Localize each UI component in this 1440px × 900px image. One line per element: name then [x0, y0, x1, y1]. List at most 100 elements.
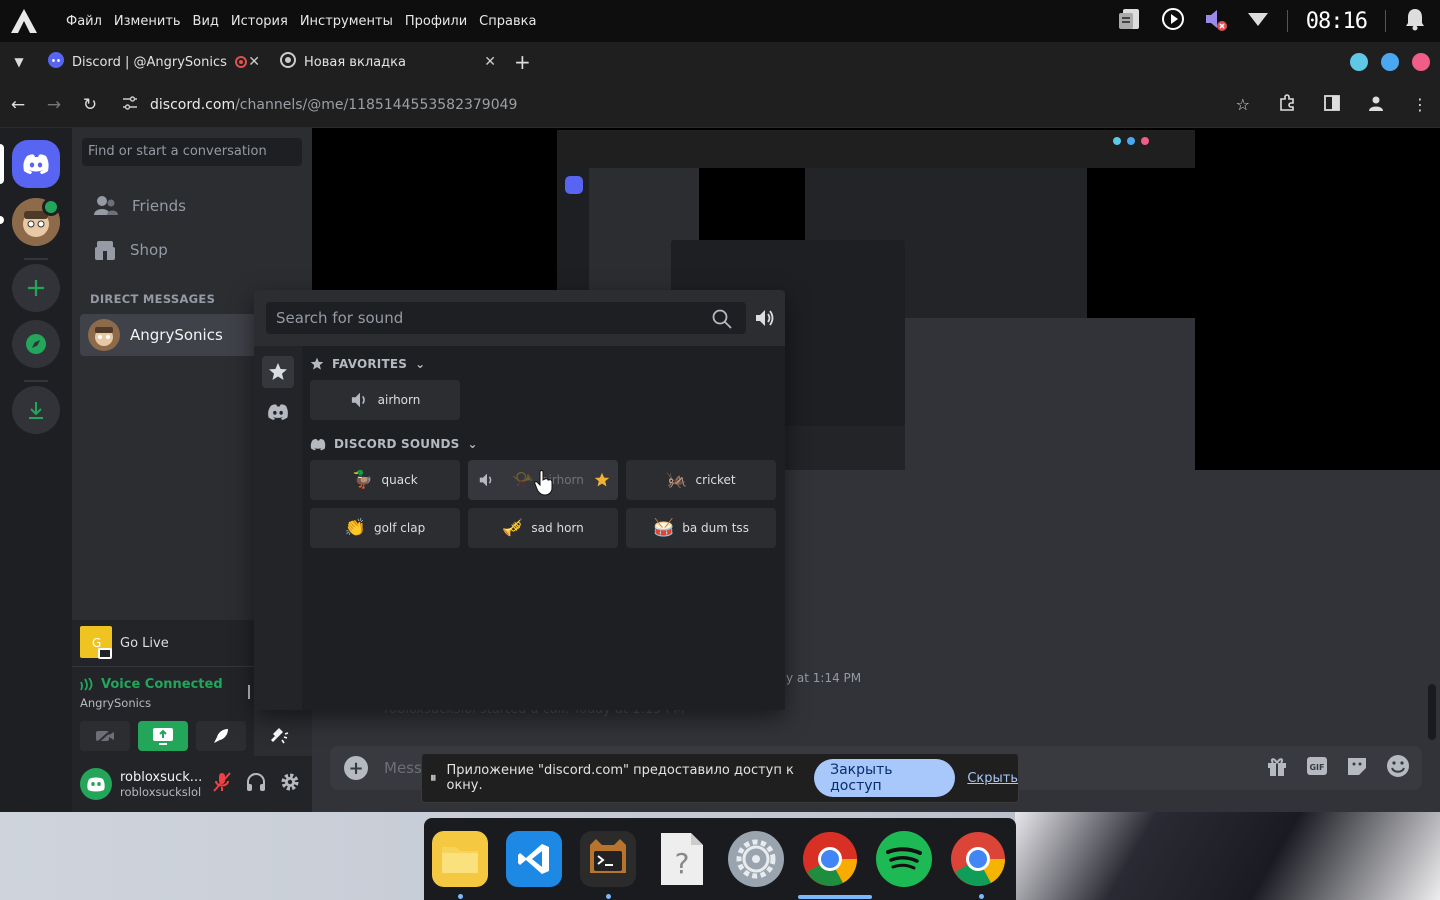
emoji-icon[interactable]: [1386, 754, 1410, 782]
site-settings-icon[interactable]: [122, 95, 138, 114]
message-input[interactable]: Mess: [384, 759, 422, 777]
tab-search-chevron-icon[interactable]: ▼: [0, 55, 38, 69]
favorites-section-header[interactable]: FAVORITES ⌄: [310, 357, 425, 371]
add-server-button[interactable]: [12, 264, 60, 312]
back-arrow-icon[interactable]: ←: [0, 95, 36, 115]
cricket-icon: 🦗: [666, 470, 688, 490]
menu-file[interactable]: Файл: [60, 14, 108, 29]
screen-share-button[interactable]: [138, 721, 188, 751]
files-app-icon[interactable]: [432, 831, 488, 899]
soundboard-button[interactable]: [254, 721, 304, 751]
camera-off-button[interactable]: [80, 721, 130, 751]
menu-edit[interactable]: Изменить: [108, 14, 187, 29]
wifi-icon[interactable]: [1247, 11, 1269, 31]
unknown-file-app-icon[interactable]: ?: [654, 831, 710, 887]
kebab-menu-icon[interactable]: ⋮: [1412, 95, 1428, 114]
user-names[interactable]: robloxsuck... robloxsuckslol: [120, 770, 202, 799]
clock[interactable]: 08:16: [1306, 9, 1368, 34]
mic-muted-icon[interactable]: [212, 771, 232, 797]
settings-app-icon[interactable]: [728, 831, 784, 887]
download-apps-button[interactable]: [12, 386, 60, 434]
system-menubar: Файл Изменить Вид История Инструменты Пр…: [0, 0, 1440, 42]
sound-button-airhorn[interactable]: 📯 airhorn: [468, 460, 618, 500]
sound-button-sad-horn[interactable]: 🎺 sad horn: [468, 508, 618, 548]
menu-view[interactable]: Вид: [187, 14, 225, 29]
stop-sharing-button[interactable]: Закрыть доступ: [814, 759, 956, 797]
sound-search-placeholder: Search for sound: [276, 309, 404, 327]
favorites-category-button[interactable]: [262, 356, 294, 388]
sound-button-golf-clap[interactable]: 👏 golf clap: [310, 508, 460, 548]
tab-discord[interactable]: Discord | @AngrySonics ✕: [38, 42, 270, 82]
go-live-panel[interactable]: G Go Live: [72, 620, 254, 666]
browser-tab-strip: ▼ Discord | @AngrySonics ✕ Новая вкладка…: [0, 42, 1440, 82]
sound-list: FAVORITES ⌄ airhorn DISCORD SOUNDS ⌄ 🦆 q…: [302, 346, 785, 710]
hide-link[interactable]: Скрыть: [967, 771, 1018, 786]
attach-plus-icon[interactable]: +: [344, 756, 368, 780]
volume-muted-icon[interactable]: [1203, 6, 1229, 36]
terminal-app-icon[interactable]: [580, 831, 636, 899]
wallpaper-art: [1015, 812, 1440, 900]
close-tab-icon[interactable]: ✕: [248, 54, 260, 70]
conversation-search-input[interactable]: Find or start a conversation: [82, 138, 302, 166]
close-window-button[interactable]: [1412, 53, 1430, 71]
url-field[interactable]: discord.com/channels/@me/118514455358237…: [122, 95, 518, 114]
favorite-star-icon[interactable]: [594, 472, 610, 488]
discord-sounds-category-button[interactable]: [262, 396, 294, 428]
reload-icon[interactable]: ↻: [72, 95, 108, 115]
menu-tools[interactable]: Инструменты: [294, 14, 399, 29]
sound-button-ba-dum-tss[interactable]: 🥁 ba dum tss: [626, 508, 776, 548]
voice-status-label: Voice Connected: [101, 677, 223, 692]
discover-button[interactable]: [12, 320, 60, 368]
vscode-app-icon[interactable]: [506, 831, 562, 887]
dm-user-item[interactable]: AngrySonics: [80, 314, 256, 356]
shop-label: Shop: [130, 241, 168, 259]
forward-arrow-icon[interactable]: →: [36, 95, 72, 115]
headphones-icon[interactable]: [246, 772, 266, 796]
gif-icon[interactable]: GIF: [1306, 755, 1328, 781]
sound-button-airhorn-favorite[interactable]: airhorn: [310, 380, 460, 420]
chrome-app-icon[interactable]: [950, 831, 1006, 899]
activities-button[interactable]: [196, 721, 246, 751]
chevron-down-icon: ⌄: [415, 357, 426, 371]
clipboard-icon[interactable]: [1117, 7, 1143, 35]
soundboard-volume-icon[interactable]: [755, 308, 775, 332]
sticker-icon[interactable]: [1346, 755, 1368, 781]
arch-logo-icon[interactable]: [0, 0, 48, 42]
side-panel-icon[interactable]: [1324, 94, 1340, 115]
sound-name: quack: [381, 473, 418, 487]
bookmark-star-icon[interactable]: ☆: [1236, 95, 1250, 114]
discord-logo-icon: [310, 438, 326, 450]
profile-icon[interactable]: [1368, 95, 1384, 115]
media-play-icon[interactable]: [1161, 7, 1185, 35]
sound-name: golf clap: [373, 521, 426, 535]
new-tab-plus-icon[interactable]: +: [514, 50, 531, 74]
discord-logo-icon: [268, 404, 288, 420]
minimize-button[interactable]: [1350, 53, 1368, 71]
spotify-app-icon[interactable]: [876, 831, 932, 887]
friends-item[interactable]: Friends: [80, 185, 304, 227]
bell-icon[interactable]: [1404, 7, 1426, 35]
sound-button-quack[interactable]: 🦆 quack: [310, 460, 460, 500]
home-discord-button[interactable]: [12, 140, 60, 188]
chrome-icon: [280, 52, 296, 72]
discord-sounds-section-header[interactable]: DISCORD SOUNDS ⌄: [310, 437, 478, 451]
settings-gear-icon[interactable]: [280, 772, 300, 796]
svg-text:G: G: [92, 636, 101, 650]
close-tab-icon[interactable]: ✕: [484, 54, 496, 70]
maximize-button[interactable]: [1381, 53, 1399, 71]
shop-item[interactable]: Shop: [80, 229, 304, 271]
extensions-icon[interactable]: [1278, 93, 1296, 116]
tab-new[interactable]: Новая вкладка ✕: [270, 42, 506, 82]
url-path: /channels/@me/1185144553582379049: [235, 96, 518, 113]
menu-profiles[interactable]: Профили: [399, 14, 473, 29]
chat-scrollbar[interactable]: [1428, 684, 1436, 740]
menu-history[interactable]: История: [225, 14, 294, 29]
gift-icon[interactable]: [1266, 755, 1288, 781]
voice-status[interactable]: Voice Connected: [80, 677, 223, 692]
sound-search-input[interactable]: Search for sound: [266, 302, 746, 334]
sound-button-cricket[interactable]: 🦗 cricket: [626, 460, 776, 500]
share-message: Приложение "discord.com" предоставило до…: [446, 763, 794, 793]
chromium-app-icon[interactable]: [798, 831, 872, 899]
user-avatar-icon[interactable]: [80, 768, 112, 800]
menu-help[interactable]: Справка: [473, 14, 542, 29]
